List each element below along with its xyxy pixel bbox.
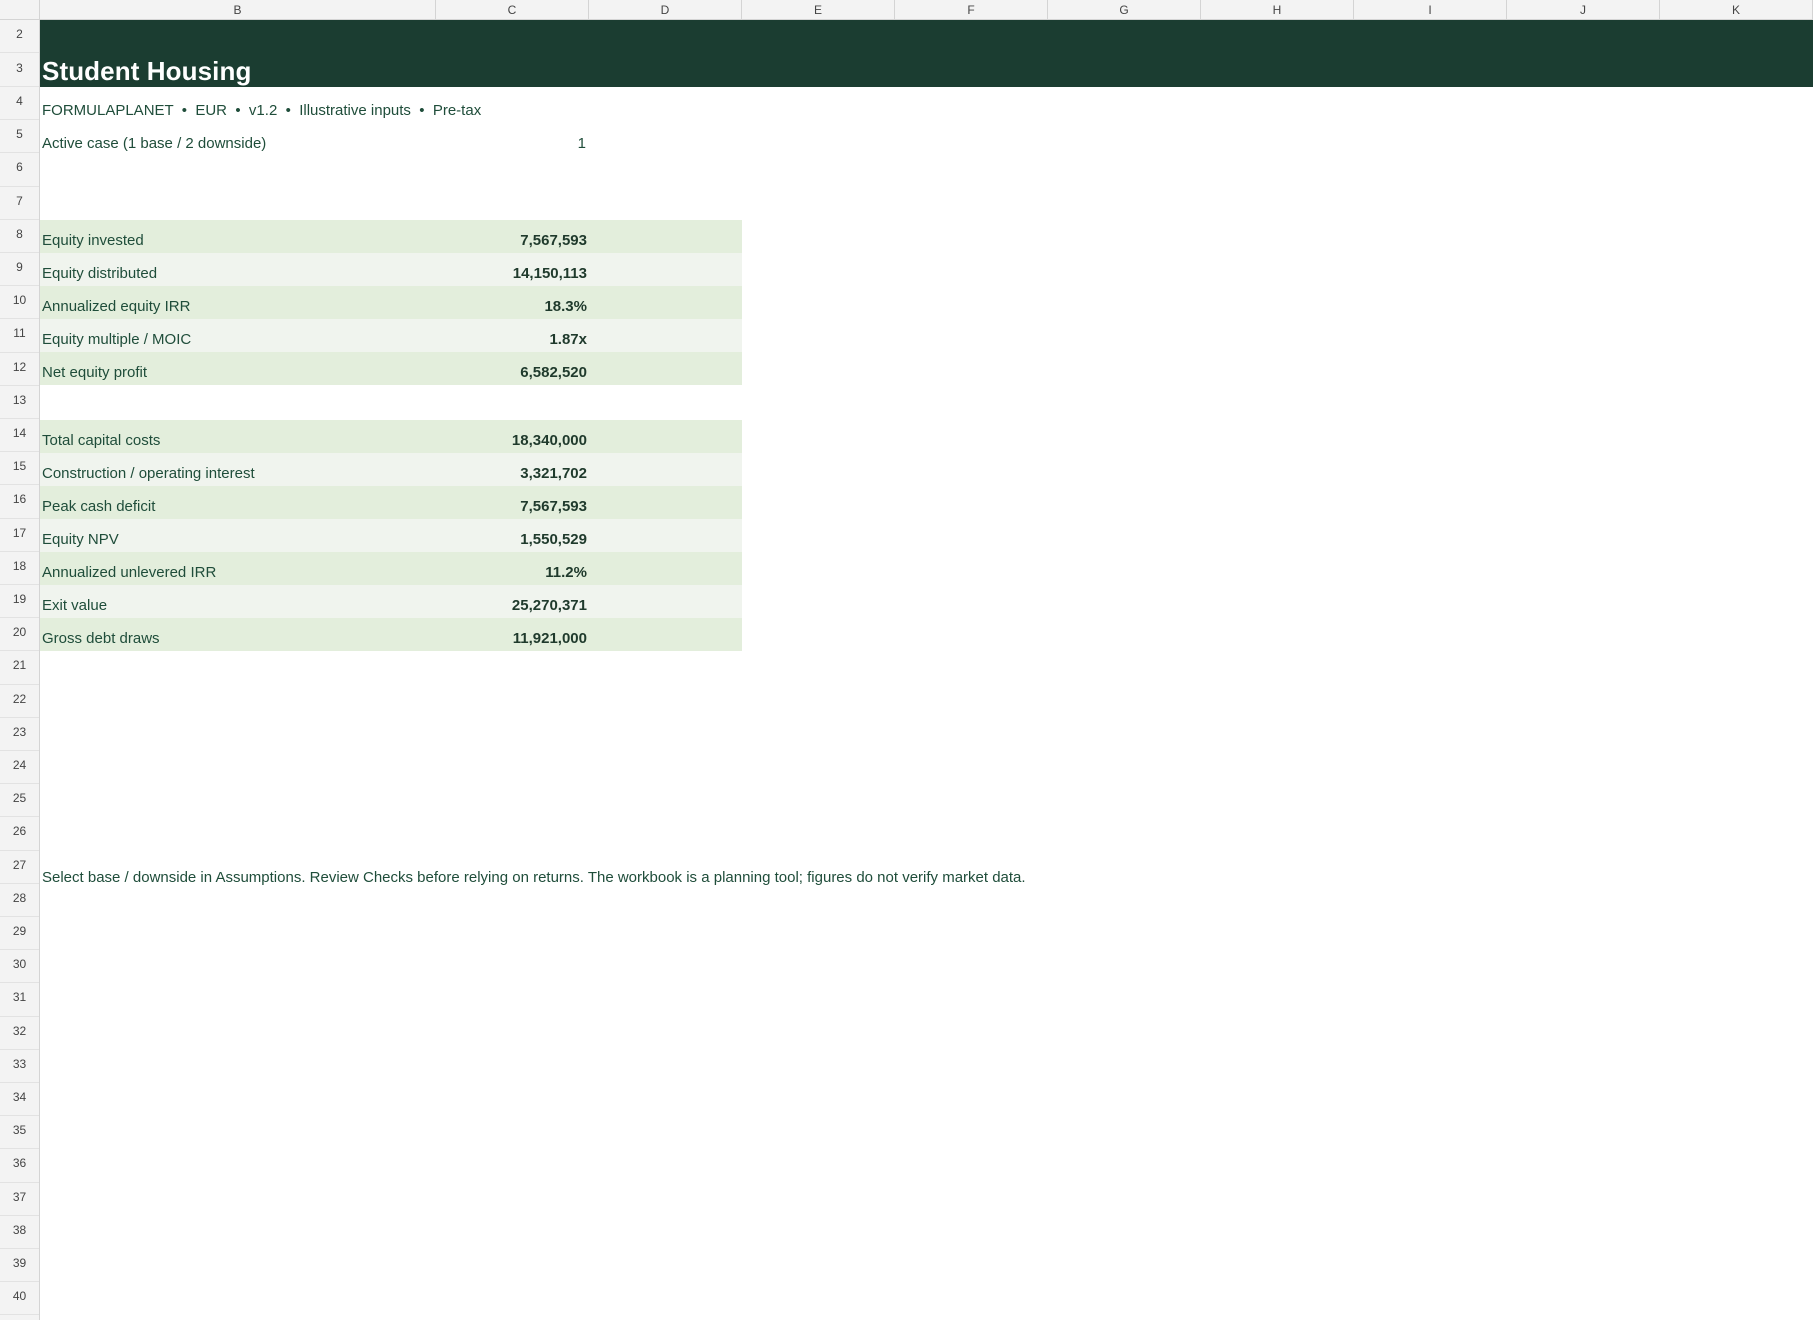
metric-label: Equity multiple / MOIC (42, 331, 192, 348)
metric-row-unlevered-irr[interactable]: Annualized unlevered IRR 11.2% (40, 552, 742, 585)
row-header[interactable]: 20 (0, 618, 39, 652)
row-header[interactable]: 33 (0, 1050, 39, 1083)
row-header[interactable]: 11 (0, 319, 39, 353)
metric-row-exit-value[interactable]: Exit value 25,270,371 (40, 585, 742, 618)
column-header-k[interactable]: K (1660, 0, 1813, 19)
metric-label: Equity distributed (42, 265, 158, 282)
metric-label: Annualized unlevered IRR (42, 564, 217, 581)
column-header-d[interactable]: D (589, 0, 742, 19)
row-header[interactable]: 36 (0, 1149, 39, 1183)
metric-label: Gross debt draws (42, 630, 160, 647)
metric-label: Equity invested (42, 232, 144, 249)
column-header-b[interactable]: B (40, 0, 436, 19)
column-header-c[interactable]: C (436, 0, 589, 19)
metric-value[interactable]: 7,567,593 (440, 232, 587, 249)
row-header[interactable]: 28 (0, 884, 39, 917)
select-all-corner[interactable] (0, 0, 40, 19)
metric-value[interactable]: 18,340,000 (440, 432, 587, 449)
active-case-label: Active case (1 base / 2 downside) (42, 135, 267, 152)
page-title: Student Housing (42, 56, 252, 86)
metric-value[interactable]: 1.87x (440, 331, 587, 348)
metric-row-equity-irr[interactable]: Annualized equity IRR 18.3% (40, 286, 742, 319)
column-header-f[interactable]: F (895, 0, 1048, 19)
column-header-i[interactable]: I (1354, 0, 1507, 19)
metric-row-equity-npv[interactable]: Equity NPV 1,550,529 (40, 519, 742, 552)
metric-value[interactable]: 3,321,702 (440, 465, 587, 482)
row-header[interactable]: 18 (0, 552, 39, 585)
row-header[interactable]: 19 (0, 585, 39, 619)
metric-row-net-equity-profit[interactable]: Net equity profit 6,582,520 (40, 352, 742, 385)
metric-label: Equity NPV (42, 531, 119, 548)
row-header[interactable]: 38 (0, 1216, 39, 1249)
subtitle-meta: FORMULAPLANET • EUR • v1.2 • Illustrativ… (42, 102, 482, 119)
row-header[interactable]: 12 (0, 353, 39, 386)
row-header[interactable]: 16 (0, 485, 39, 519)
row-header[interactable]: 32 (0, 1017, 39, 1050)
column-header-h[interactable]: H (1201, 0, 1354, 19)
row-header[interactable]: 34 (0, 1083, 39, 1117)
row-header-bar: 2 3 4 5 6 7 8 9 10 11 12 13 14 15 16 17 18 19 20 21 22 23 24 25… (0, 20, 40, 1320)
metric-value[interactable]: 11,921,000 (440, 630, 587, 647)
column-header-g[interactable]: G (1048, 0, 1201, 19)
row-header[interactable]: 21 (0, 651, 39, 685)
metric-row-peak-cash-deficit[interactable]: Peak cash deficit 7,567,593 (40, 486, 742, 519)
column-header-e[interactable]: E (742, 0, 895, 19)
metric-label: Net equity profit (42, 364, 148, 381)
row-header[interactable]: 31 (0, 983, 39, 1017)
metric-label: Exit value (42, 597, 108, 614)
row-header[interactable]: 23 (0, 718, 39, 751)
row-header[interactable]: 39 (0, 1249, 39, 1283)
metric-row-total-capital-costs[interactable]: Total capital costs 18,340,000 (40, 420, 742, 453)
title-band (40, 20, 1813, 87)
row-header[interactable]: 40 (0, 1282, 39, 1316)
row-header[interactable]: 8 (0, 220, 39, 253)
row-header[interactable]: 30 (0, 950, 39, 984)
row-header[interactable]: 35 (0, 1116, 39, 1150)
row-header[interactable]: 25 (0, 784, 39, 818)
row-header[interactable]: 17 (0, 519, 39, 552)
metric-row-gross-debt-draws[interactable]: Gross debt draws 11,921,000 (40, 618, 742, 651)
row-header[interactable]: 2 (0, 20, 39, 53)
metric-label: Peak cash deficit (42, 498, 156, 515)
column-header-bar: B C D E F G H I J K (0, 0, 1813, 20)
row-header[interactable]: 5 (0, 120, 39, 154)
row-header[interactable]: 29 (0, 917, 39, 951)
metric-value[interactable]: 25,270,371 (440, 597, 587, 614)
metric-value[interactable]: 7,567,593 (440, 498, 587, 515)
row-header[interactable]: 15 (0, 452, 39, 486)
metric-row-equity-invested[interactable]: Equity invested 7,567,593 (40, 220, 742, 253)
metric-label: Annualized equity IRR (42, 298, 191, 315)
row-header[interactable]: 13 (0, 386, 39, 419)
metric-value[interactable]: 6,582,520 (440, 364, 587, 381)
row-header[interactable]: 22 (0, 685, 39, 718)
metric-value[interactable]: 1,550,529 (440, 531, 587, 548)
footnote: Select base / downside in Assumptions. R… (42, 869, 1026, 886)
row-header[interactable]: 14 (0, 419, 39, 453)
row-header[interactable]: 7 (0, 187, 39, 220)
metric-row-equity-distributed[interactable]: Equity distributed 14,150,113 (40, 253, 742, 286)
metric-row-moic[interactable]: Equity multiple / MOIC 1.87x (40, 319, 742, 352)
metric-label: Total capital costs (42, 432, 161, 449)
row-header[interactable]: 26 (0, 817, 39, 851)
row-header[interactable]: 24 (0, 751, 39, 785)
metric-value[interactable]: 18.3% (440, 298, 587, 315)
metric-label: Construction / operating interest (42, 465, 255, 482)
active-case-value[interactable]: 1 (440, 135, 586, 152)
metric-value[interactable]: 11.2% (440, 564, 587, 581)
column-header-j[interactable]: J (1507, 0, 1660, 19)
row-header[interactable]: 3 (0, 53, 39, 87)
row-header[interactable]: 10 (0, 286, 39, 320)
row-header[interactable]: 37 (0, 1183, 39, 1216)
row-header[interactable]: 4 (0, 87, 39, 121)
metric-row-interest[interactable]: Construction / operating interest 3,321,… (40, 453, 742, 486)
row-header[interactable]: 27 (0, 851, 39, 884)
row-header[interactable]: 6 (0, 153, 39, 187)
row-header[interactable]: 9 (0, 253, 39, 287)
metric-value[interactable]: 14,150,113 (440, 265, 587, 282)
